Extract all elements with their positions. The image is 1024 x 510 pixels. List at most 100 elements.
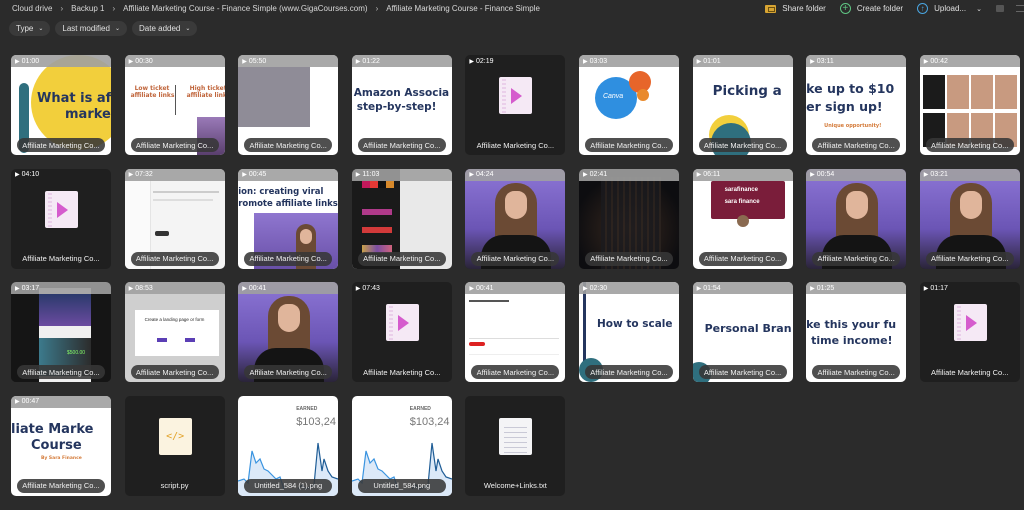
thumbnail-text: ion: creating viral [238, 186, 324, 197]
file-tile[interactable]: Picking a ▶ 01:01 Affiliate Marketing Co... [692, 55, 793, 155]
play-icon: ▶ [128, 172, 134, 178]
file-tile[interactable]: $500.00 ▶ 03:17 Affiliate Marketing Co... [11, 282, 111, 382]
text-file-icon [499, 417, 533, 455]
file-tile[interactable]: Low ticket affiliate links High ticket affi… [124, 55, 225, 155]
file-tile[interactable]: Amazon Associa step-by-step! ▶ 01:22 Affilia… [351, 55, 452, 155]
file-name: Affiliate Marketing Co... [812, 251, 901, 266]
duration-text: 00:47 [21, 398, 40, 405]
video-duration: ▶ 00:41 [238, 282, 339, 294]
video-duration: ▶ 03:21 [919, 168, 1020, 181]
duration-text: 02:30 [589, 284, 608, 292]
file-name: Affiliate Marketing Co... [17, 365, 105, 379]
video-duration: ▶ 00:45 [238, 168, 339, 181]
video-duration: ▶ 04:10 [11, 169, 111, 181]
filter-last-modified-label: Last modified [62, 24, 110, 33]
file-tile[interactable]: sarafinance sara finance ▶ 06:11 Affiliate M… [692, 168, 793, 269]
file-tile[interactable]: ▶ 04:24 Affiliate Marketing Co... [465, 168, 566, 269]
list-view-icon[interactable] [1016, 5, 1024, 12]
breadcrumb-backup[interactable]: Backup 1 [71, 4, 104, 13]
file-tile[interactable]: ▶ 11:03 Affiliate Marketing Co... [351, 168, 452, 269]
video-duration: ▶ 07:32 [124, 168, 225, 181]
thumbnail-text: How to scale [596, 318, 673, 330]
file-name: Affiliate Marketing Co... [931, 367, 1009, 377]
play-icon: ▶ [696, 172, 702, 178]
thumbnail-text: Unique opportunity! [824, 123, 882, 129]
chevron-down-icon: ⌄ [114, 26, 120, 32]
upload-button[interactable]: ↑ Upload... ⌄ [917, 3, 982, 14]
video-duration: ▶ 02:19 [465, 55, 565, 67]
share-folder-label: Share folder [782, 4, 826, 13]
breadcrumb-cloud-drive[interactable]: Cloud drive [12, 4, 52, 13]
video-file-icon [385, 304, 419, 341]
file-name: Affiliate Marketing Co... [812, 138, 901, 152]
video-duration: ▶ 00:42 [919, 55, 1020, 67]
file-name: Affiliate Marketing Co... [244, 138, 333, 152]
filter-type[interactable]: Type ⌄ [9, 21, 51, 36]
chevron-down-icon[interactable]: ⌄ [976, 5, 982, 13]
duration-text: 00:30 [135, 57, 153, 65]
filter-date-added[interactable]: Date added ⌄ [132, 21, 198, 36]
video-duration: ▶ 00:30 [124, 55, 225, 67]
upload-label: Upload... [934, 4, 967, 13]
file-tile[interactable]: Welcome+Links.txt [465, 395, 566, 496]
video-duration: ▶ 01:25 [806, 282, 907, 294]
file-tile[interactable]: ▶ 00:42 Affiliate Marketing Co... [919, 55, 1020, 155]
file-tile[interactable]: ▶ 00:41 Affiliate Marketing Co... [238, 282, 339, 382]
file-tile[interactable]: Personal Bran ▶ 01:54 Affiliate Marketing C… [692, 282, 793, 382]
file-tile[interactable]: What is afmarketi ▶01:00 Affiliate Marketi… [11, 55, 111, 155]
video-duration: ▶ 01:00 [11, 55, 111, 67]
file-tile[interactable]: ▶ 00:54 Affiliate Marketing Co... [806, 168, 907, 269]
play-icon: ▶ [242, 285, 247, 292]
file-tile[interactable]: EARNED $103,24 Untitled_584 (1).png [238, 395, 339, 496]
share-folder-button[interactable]: Share folder [765, 4, 826, 13]
file-name: Affiliate Marketing Co... [244, 365, 333, 379]
file-name: Affiliate Marketing Co... [925, 251, 1014, 266]
file-tile[interactable]: Create a landing page or form ▶ 08:53 Affil… [124, 282, 225, 382]
file-name: Affiliate Marketing Co... [471, 251, 560, 266]
file-tile[interactable]: ▶ 04:10 Affiliate Marketing Co... [11, 168, 111, 269]
play-icon: ▶ [128, 58, 134, 65]
upload-icon: ↑ [917, 3, 929, 14]
chevron-right-icon: › [112, 4, 116, 13]
file-tile[interactable]: EARNED $103,24 Untitled_584.png [351, 395, 452, 496]
file-tile[interactable]: </> script.py [124, 395, 225, 496]
file-name: Affiliate Marketing Co... [476, 140, 555, 150]
play-icon: ▶ [355, 285, 361, 292]
play-icon: ▶ [923, 285, 929, 292]
video-duration: ▶ 01:17 [920, 282, 1020, 294]
thumbnail-text: High ticket [189, 85, 225, 92]
file-tile[interactable]: Canva ▶ 03:03 Affiliate Marketing Co... [578, 55, 679, 155]
breadcrumb-course-parent[interactable]: Affiliate Marketing Course - Finance Sim… [123, 4, 367, 13]
file-tile[interactable]: ▶ 07:43 Affiliate Marketing Co... [351, 282, 452, 382]
thumbnail-text: Amazon Associa [353, 87, 450, 99]
file-name: Affiliate Marketing Co... [357, 251, 446, 266]
file-tile[interactable]: ▶ 02:19 Affiliate Marketing Co... [465, 55, 566, 155]
duration-text: 01:00 [21, 57, 40, 65]
file-tile[interactable]: ke up to $10 er sign up! Unique opportunit… [806, 55, 907, 155]
file-tile[interactable]: ion: creating viral romote affiliate link… [238, 168, 339, 269]
file-tile[interactable]: How to scale ▶ 02:30 Affiliate Marketing Co… [578, 282, 679, 382]
chevron-right-icon: › [375, 4, 379, 13]
play-icon: ▶ [810, 172, 815, 178]
play-icon: ▶ [469, 285, 474, 292]
duration-text: 03:21 [930, 171, 948, 178]
file-tile[interactable]: ▶ 02:41 Affiliate Marketing Co... [578, 168, 679, 269]
file-tile[interactable]: ▶ 01:17 Affiliate Marketing Co... [919, 282, 1020, 382]
duration-text: 00:45 [248, 171, 267, 178]
duration-text: 02:19 [476, 57, 494, 65]
video-file-icon [45, 190, 78, 228]
file-tile[interactable]: ▶ 05:50 Affiliate Marketing Co... [238, 55, 339, 155]
file-tile[interactable]: ▶ 00:41 Affiliate Marketing Co... [465, 282, 566, 382]
file-tile[interactable]: liate Marke Course By Sara Finance ▶ 00:47 Af… [11, 395, 111, 496]
create-folder-button[interactable]: + Create folder [839, 3, 903, 14]
file-tile[interactable]: ▶ 03:21 Affiliate Marketing Co... [919, 168, 1020, 269]
file-tile[interactable]: ▶ 07:32 Affiliate Marketing Co... [124, 168, 225, 269]
play-icon: ▶ [582, 285, 588, 292]
filter-last-modified[interactable]: Last modified ⌄ [55, 21, 127, 36]
video-duration: ▶ 00:54 [806, 168, 907, 181]
duration-text: 02:41 [589, 171, 608, 178]
thumbnail-view-icon[interactable] [996, 5, 1004, 12]
file-name: Affiliate Marketing Co... [812, 365, 901, 379]
file-tile[interactable]: ke this your fu time income! ▶ 01:25 Affilia… [806, 282, 907, 382]
play-icon: ▶ [582, 58, 588, 65]
